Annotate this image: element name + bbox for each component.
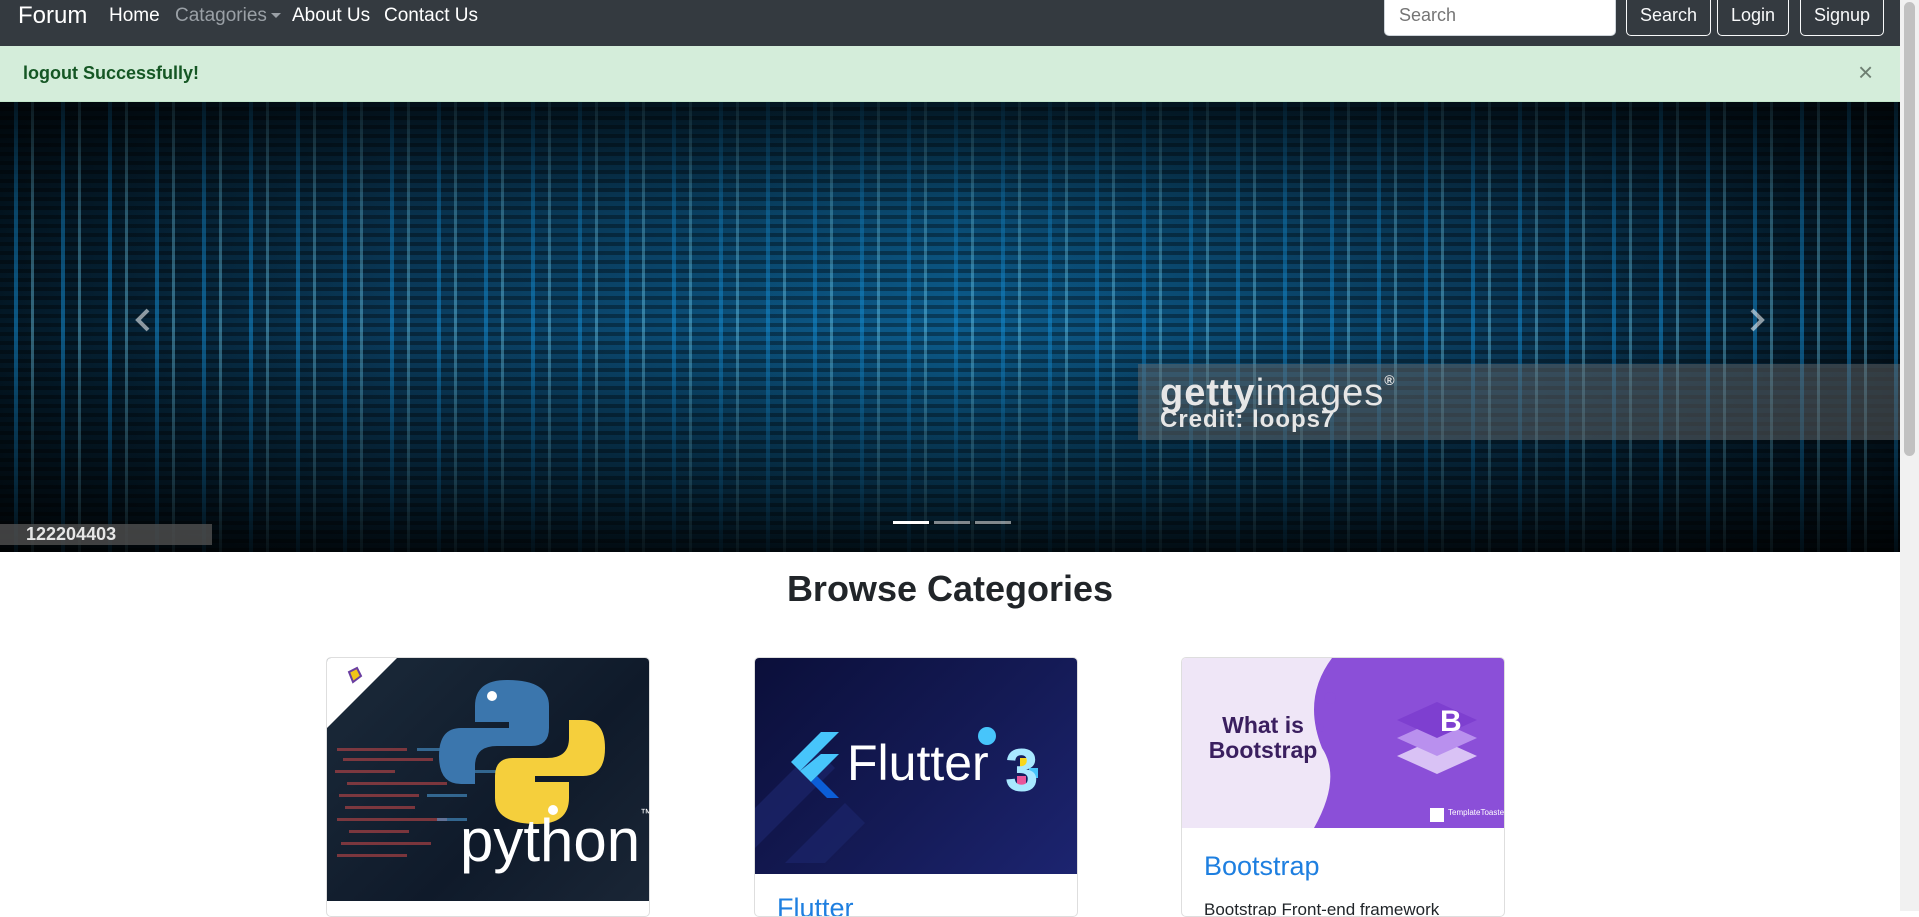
bootstrap-image-footer: TemplateToaster <box>1448 808 1504 817</box>
watermark-credit: Credit: loops7 <box>1160 406 1336 433</box>
nav-dropdown-categories[interactable]: Catagories <box>175 5 281 27</box>
chevron-right-icon[interactable] <box>1742 300 1772 340</box>
navbar: Forum Home Catagories About Us Contact U… <box>0 0 1900 46</box>
carousel-indicator-2[interactable] <box>934 521 970 524</box>
category-card-flutter: Flutter 3 Flutter <box>754 657 1078 917</box>
image-id-label: 122204403 <box>0 524 212 545</box>
chevron-left-icon[interactable] <box>128 300 158 340</box>
python-logo-text: python™ <box>460 806 649 875</box>
python-logo-word: python <box>460 807 641 874</box>
caret-down-icon <box>270 13 281 19</box>
page-scrollbar[interactable] <box>1900 0 1919 911</box>
category-card-python: python™ <box>326 657 650 917</box>
nav-link-home[interactable]: Home <box>109 5 160 27</box>
nav-link-contact[interactable]: Contact Us <box>384 5 478 27</box>
category-card-bootstrap: B What is Bootstrap TemplateToaster Boot… <box>1181 657 1505 917</box>
bootstrap-image-heading: What is Bootstrap <box>1208 712 1318 763</box>
card-title-bootstrap[interactable]: Bootstrap <box>1204 851 1320 882</box>
navbar-brand[interactable]: Forum <box>18 2 87 30</box>
nav-link-about[interactable]: About Us <box>292 5 370 27</box>
flutter-card-image[interactable]: Flutter 3 <box>755 658 1077 874</box>
alert-message: logout Successfully! <box>23 63 200 83</box>
python-card-image[interactable]: python™ <box>327 658 649 901</box>
bootstrap-card-image[interactable]: B What is Bootstrap TemplateToaster <box>1182 658 1504 828</box>
section-title: Browse Categories <box>786 568 1114 609</box>
watermark-trademark: ® <box>1384 372 1396 388</box>
signup-button[interactable]: Signup <box>1800 0 1885 36</box>
carousel-indicator-1[interactable] <box>893 521 929 524</box>
flutter-version-text: 3 <box>1005 737 1039 804</box>
nav-dropdown-label: Catagories <box>175 5 267 26</box>
success-alert: logout Successfully! × <box>0 46 1900 102</box>
search-button[interactable]: Search <box>1626 0 1712 36</box>
python-logo-trademark: ™ <box>640 806 649 820</box>
carousel-indicator-3[interactable] <box>975 521 1011 524</box>
card-title-flutter[interactable]: Flutter <box>777 893 854 916</box>
card-text-bootstrap: Bootstrap Front-end framework <box>1204 900 1440 917</box>
login-button[interactable]: Login <box>1717 0 1790 36</box>
carousel: gettyimages® Credit: loops7 122204403 <box>0 102 1900 552</box>
scrollbar-thumb[interactable] <box>1904 2 1915 456</box>
flutter-logo-text: Flutter <box>847 735 989 791</box>
search-input[interactable] <box>1384 0 1616 36</box>
close-icon[interactable]: × <box>1858 59 1873 85</box>
bootstrap-logo-letter: B <box>1440 705 1462 738</box>
